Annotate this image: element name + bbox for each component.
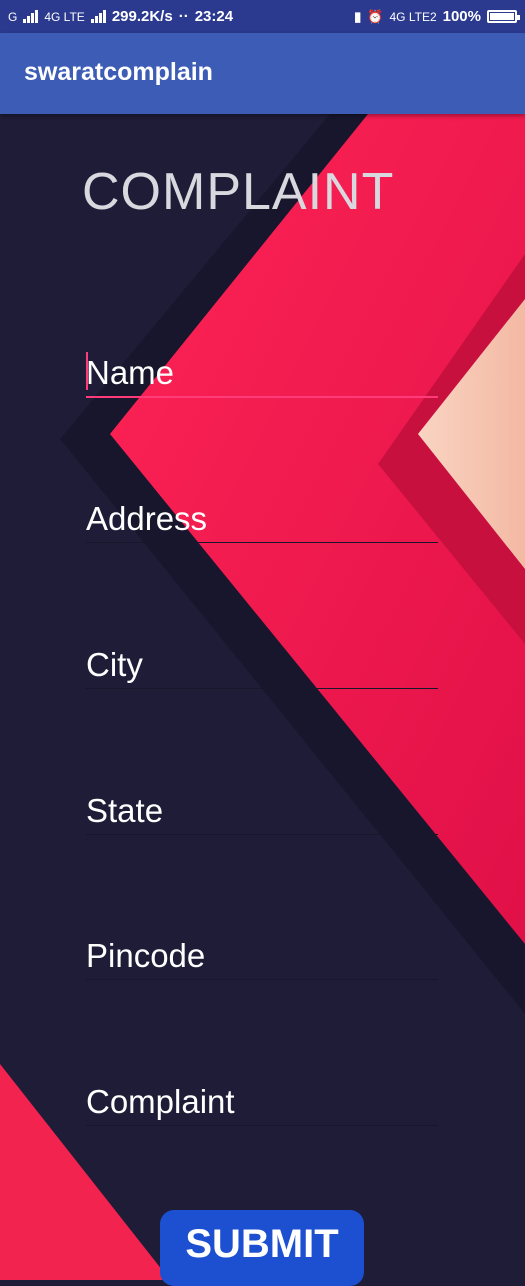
- battery-icon: [487, 10, 520, 23]
- state-field[interactable]: [86, 786, 438, 835]
- name-field[interactable]: [86, 348, 438, 398]
- address-input[interactable]: [86, 500, 438, 538]
- signal-icon-2: [90, 10, 106, 23]
- city-field[interactable]: [86, 640, 438, 689]
- complaint-form: COMPLAINT SUBMIT: [0, 114, 525, 1286]
- page-title: COMPLAINT: [82, 163, 395, 221]
- dots-indicator: ··: [178, 8, 189, 25]
- state-input[interactable]: [86, 792, 438, 830]
- signal-icon: [23, 10, 39, 23]
- app-title: swaratcomplain: [24, 58, 213, 86]
- pincode-field[interactable]: [86, 931, 438, 980]
- status-right: ▮ ⏰ 4G LTE2 100%: [354, 8, 520, 25]
- name-input[interactable]: [86, 354, 438, 392]
- city-input[interactable]: [86, 646, 438, 684]
- complaint-input[interactable]: [86, 1083, 438, 1121]
- network-type: G: [8, 9, 18, 24]
- complaint-field[interactable]: [86, 1077, 438, 1126]
- clock: 23:24: [194, 8, 234, 25]
- battery-percent: 100%: [442, 8, 481, 25]
- address-field[interactable]: [86, 494, 438, 543]
- app-bar: swaratcomplain: [0, 33, 525, 114]
- status-left: G 4G LTE 299.2K/s ·· 23:24: [8, 8, 233, 25]
- battery-saver-icon: ▮: [354, 8, 362, 24]
- status-bar: G 4G LTE 299.2K/s ·· 23:24 ▮ ⏰ 4G LTE2 1…: [0, 0, 525, 33]
- submit-button[interactable]: SUBMIT: [160, 1210, 364, 1286]
- pincode-input[interactable]: [86, 937, 438, 975]
- network-speed: 299.2K/s: [111, 8, 173, 25]
- lte-label: 4G LTE: [44, 9, 85, 24]
- lte2-label: 4G LTE2: [389, 9, 437, 24]
- alarm-icon: ⏰: [367, 8, 384, 24]
